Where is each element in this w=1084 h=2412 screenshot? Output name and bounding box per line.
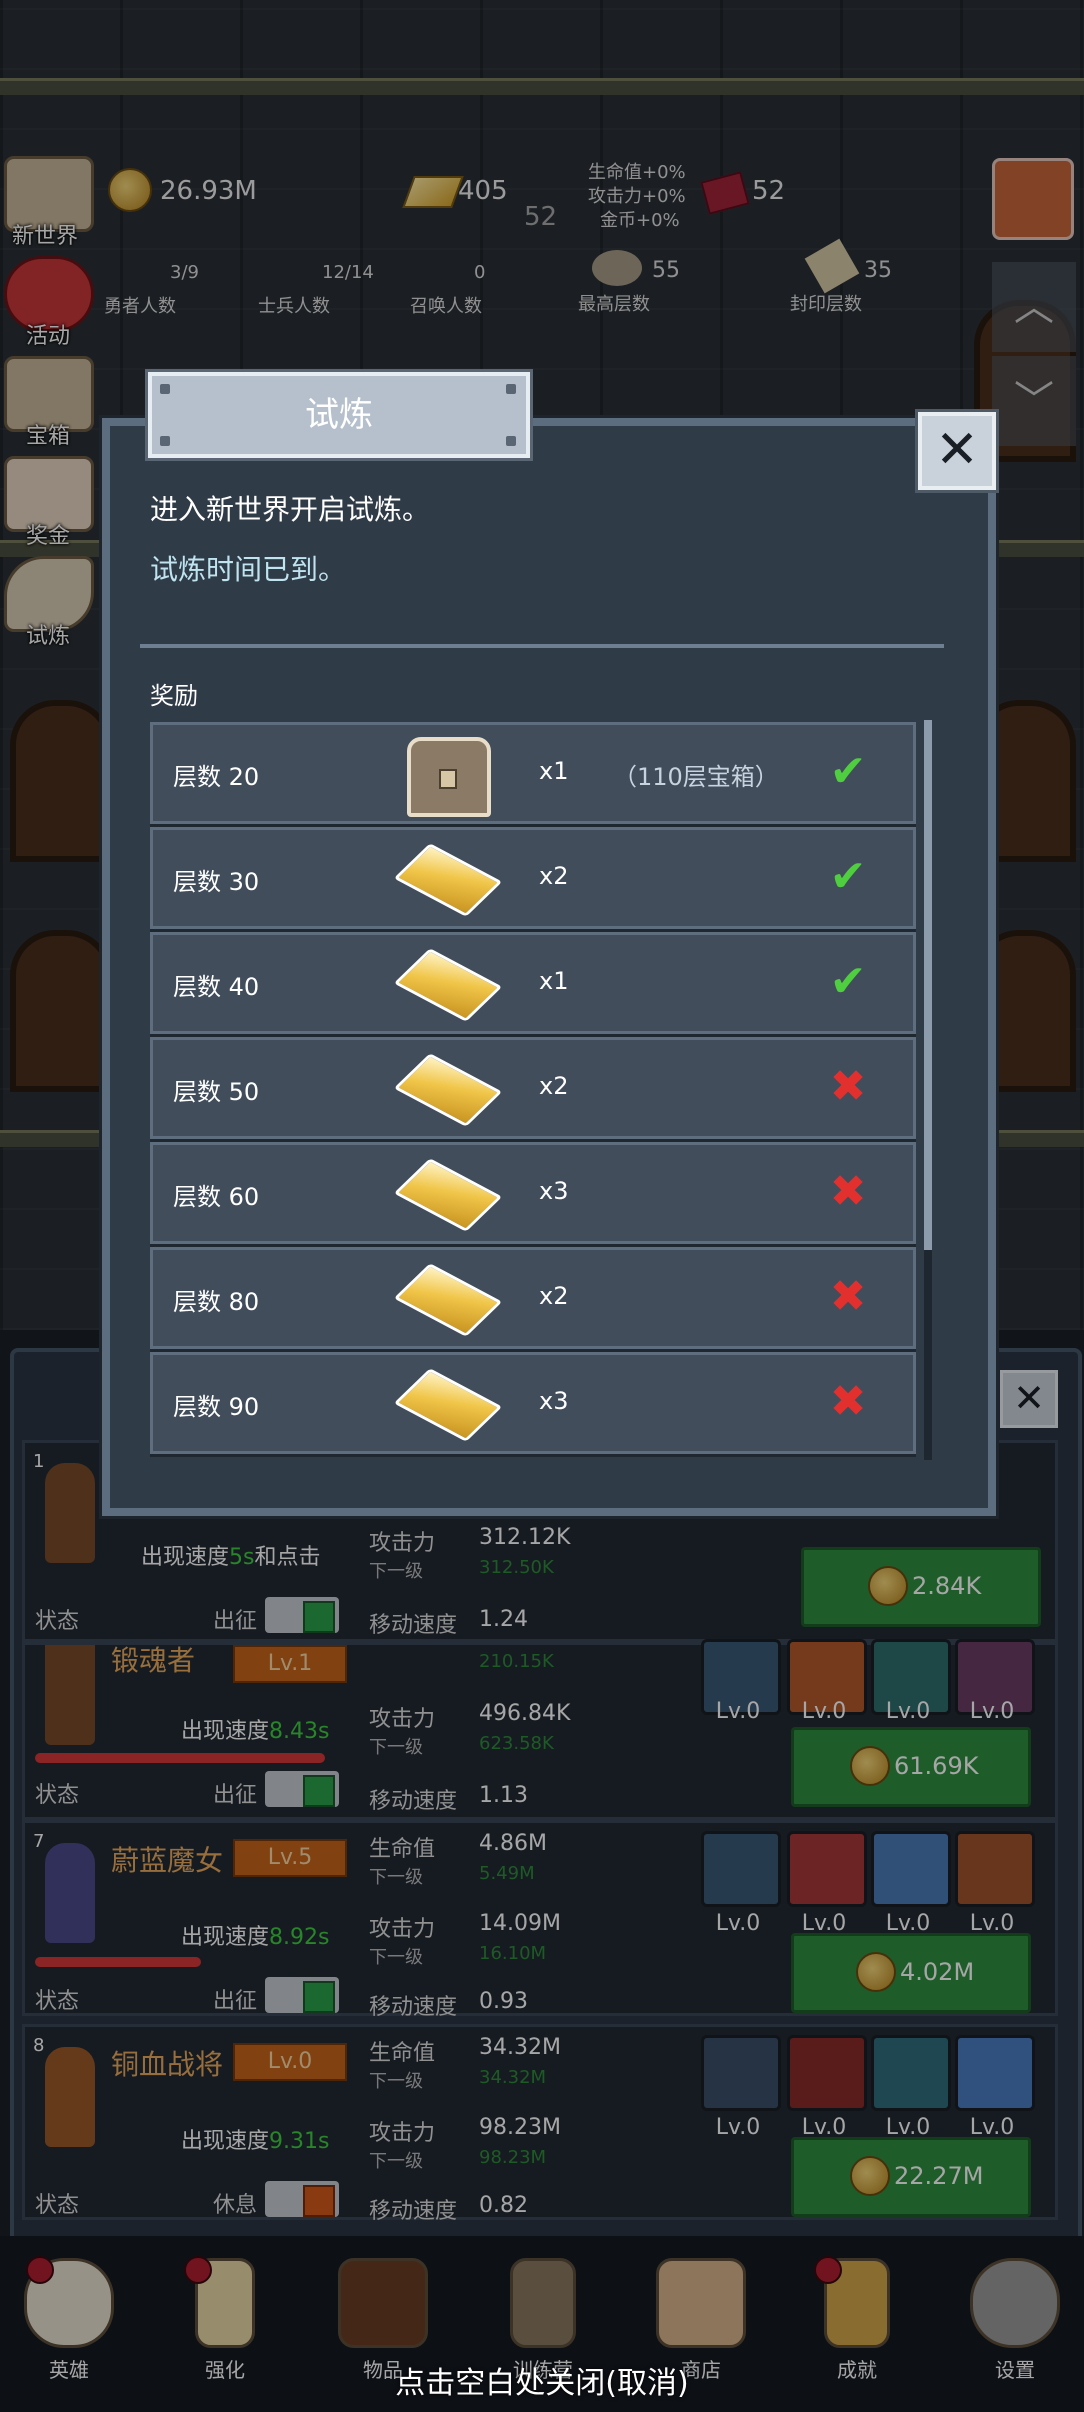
rivet xyxy=(160,384,170,394)
reward-floor: 层数 50 xyxy=(173,1078,260,1106)
gold-bar-icon xyxy=(393,1048,503,1128)
reward-qty: x2 xyxy=(539,862,569,890)
dialog-status: 试炼时间已到。 xyxy=(150,553,347,586)
dialog-close-button[interactable]: ✕ xyxy=(918,412,996,490)
reward-floor: 层数 30 xyxy=(173,868,260,896)
rewards-scrollbar-thumb[interactable] xyxy=(924,720,932,1250)
gold-bar-icon xyxy=(393,838,503,918)
reward-floor: 层数 90 xyxy=(173,1393,260,1421)
reward-floor: 层数 80 xyxy=(173,1288,260,1316)
check-icon: ✔ xyxy=(829,746,867,797)
gold-bar-icon xyxy=(393,943,503,1023)
reward-row: 层数 90 x3 ✖ xyxy=(150,1352,916,1454)
reward-row: 层数 60 x3 ✖ xyxy=(150,1142,916,1244)
reward-floor: 层数 40 xyxy=(173,973,260,1001)
reward-qty: x1 xyxy=(539,967,569,995)
reward-qty: x2 xyxy=(539,1072,569,1100)
rewards-header: 奖励 xyxy=(150,682,198,710)
reward-floor: 层数 60 xyxy=(173,1183,260,1211)
chest-icon xyxy=(401,733,491,817)
reward-row: 层数 20 x1 （110层宝箱） ✔ xyxy=(150,722,916,824)
cross-icon: ✖ xyxy=(829,1061,867,1112)
reward-qty: x1 xyxy=(539,757,569,785)
cross-icon: ✖ xyxy=(829,1166,867,1217)
gold-bar-icon xyxy=(393,1153,503,1233)
rivet xyxy=(506,436,516,446)
close-icon: ✕ xyxy=(935,420,979,480)
gold-bar-icon xyxy=(393,1258,503,1338)
reward-qty: x3 xyxy=(539,1177,569,1205)
cross-icon: ✖ xyxy=(829,1271,867,1322)
rewards-list[interactable]: 层数 20 x1 （110层宝箱） ✔ 层数 30 x2 ✔ 层数 40 x1 … xyxy=(150,720,940,1460)
close-hint: 点击空白处关闭(取消) xyxy=(395,2366,689,2401)
reward-row: 层数 30 x2 ✔ xyxy=(150,827,916,929)
dialog-message: 进入新世界开启试炼。 xyxy=(150,493,431,526)
reward-qty: x3 xyxy=(539,1387,569,1415)
reward-row: 层数 80 x2 ✖ xyxy=(150,1247,916,1349)
reward-row: 层数 50 x2 ✖ xyxy=(150,1037,916,1139)
reward-qty: x2 xyxy=(539,1282,569,1310)
check-icon: ✔ xyxy=(829,851,867,902)
rivet xyxy=(160,436,170,446)
dialog-title: 试炼 xyxy=(148,372,530,458)
rivet xyxy=(506,384,516,394)
gold-bar-icon xyxy=(393,1363,503,1443)
reward-floor: 层数 20 xyxy=(173,763,260,791)
divider xyxy=(140,644,944,648)
cross-icon: ✖ xyxy=(829,1376,867,1427)
reward-row: 层数 40 x1 ✔ xyxy=(150,932,916,1034)
reward-note: （110层宝箱） xyxy=(613,763,779,791)
check-icon: ✔ xyxy=(829,956,867,1007)
